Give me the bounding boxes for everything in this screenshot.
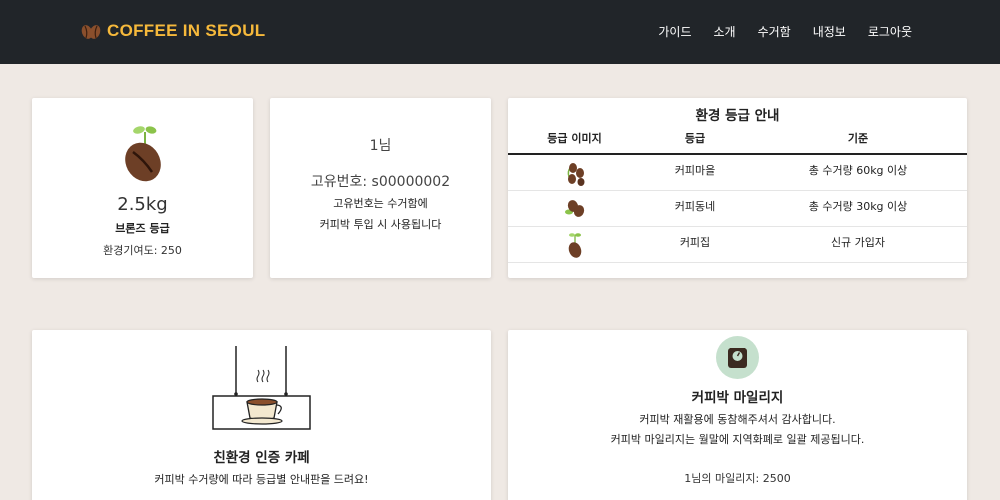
mileage-icon-circle: [716, 336, 759, 379]
header-grade-image: 등급 이미지: [547, 132, 602, 145]
grade-criteria-cell: 신규 가입자: [830, 236, 886, 249]
id-note-line2: 커피박 투입 시 사용됩니다: [319, 218, 442, 231]
coffee-sprout-icon: [568, 233, 581, 258]
grade-image-cell: [508, 195, 641, 224]
brand-name: COFFEE IN SEOUL: [107, 21, 266, 40]
coffee-pair-icon: [564, 200, 584, 217]
mileage-description-line1: 커피박 재활용에 동참해주셔서 감사합니다.: [639, 413, 836, 426]
grade-info-title: 환경 등급 안내: [695, 108, 780, 124]
weight-scale-icon: [728, 348, 747, 368]
brand-logo[interactable]: COFFEE IN SEOUL: [80, 20, 265, 42]
navbar: COFFEE IN SEOUL 가이드 소개 수거함 내정보 로그아웃: [0, 0, 1000, 64]
eco-cafe-card: 친환경 인증 카페 커피박 수거량에 따라 등급별 안내판을 드려요!: [32, 330, 491, 500]
mileage-description-line2: 커피박 마일리지는 월말에 지역화폐로 일괄 제공됩니다.: [610, 433, 865, 446]
sprouting-coffee-bean-icon: [125, 126, 161, 182]
grade-info-card: 환경 등급 안내 등급 이미지 등급 기준 커피마을 총 수거량 60kg 이상: [508, 98, 967, 278]
header-grade: 등급: [684, 132, 706, 145]
nav-guide-link[interactable]: 가이드: [658, 23, 691, 40]
grade-name-cell: 커피마을: [674, 164, 716, 177]
grade-image-cell: [508, 159, 641, 190]
grade-card: 2.5kg 브론즈 등급 환경기여도: 250: [32, 98, 253, 278]
id-note-line1: 고유번호는 수거함에: [333, 197, 428, 210]
nav-collection-bin-link[interactable]: 수거함: [758, 23, 791, 40]
grade-name-cell: 커피집: [679, 236, 711, 249]
user-grade: 브론즈 등급: [115, 222, 170, 235]
total-weight: 2.5kg: [117, 194, 168, 215]
mileage-amount: 1님의 마일리지: 2500: [684, 472, 791, 485]
nav-logout-link[interactable]: 로그아웃: [868, 23, 912, 40]
grade-image-cell: [508, 231, 641, 262]
coffee-bean-logo-icon: [81, 25, 101, 39]
hanging-cafe-sign-icon: [212, 346, 311, 430]
user-card: 1님 고유번호: s00000002 고유번호는 수거함에 커피박 투입 시 사…: [270, 98, 491, 278]
user-unique-id: 고유번호: s00000002: [310, 174, 451, 190]
grade-criteria-cell: 총 수거량 30kg 이상: [808, 200, 908, 213]
table-row: 커피집 신규 가입자: [508, 227, 967, 263]
nav-about-link[interactable]: 소개: [713, 23, 735, 40]
header-criteria: 기준: [847, 132, 869, 145]
grade-name-cell: 커피동네: [674, 200, 716, 213]
table-row: 커피동네 총 수거량 30kg 이상: [508, 191, 967, 227]
eco-cafe-title: 친환경 인증 카페: [213, 450, 310, 466]
contribution-score: 환경기여도: 250: [103, 244, 182, 257]
mileage-card: 커피박 마일리지 커피박 재활용에 동참해주셔서 감사합니다. 커피박 마일리지…: [508, 330, 967, 500]
mileage-title: 커피박 마일리지: [691, 390, 784, 406]
eco-cafe-description: 커피박 수거량에 따라 등급별 안내판을 드려요!: [154, 473, 369, 486]
grade-criteria-cell: 총 수거량 60kg 이상: [808, 164, 908, 177]
table-row: 커피마을 총 수거량 60kg 이상: [508, 155, 967, 191]
user-name: 1님: [369, 138, 392, 154]
nav-my-info-link[interactable]: 내정보: [813, 23, 846, 40]
coffee-cluster-icon: [567, 163, 584, 186]
nav-menu: 가이드 소개 수거함 내정보 로그아웃: [636, 23, 912, 40]
grade-table-header: 등급 이미지 등급 기준: [508, 130, 967, 155]
